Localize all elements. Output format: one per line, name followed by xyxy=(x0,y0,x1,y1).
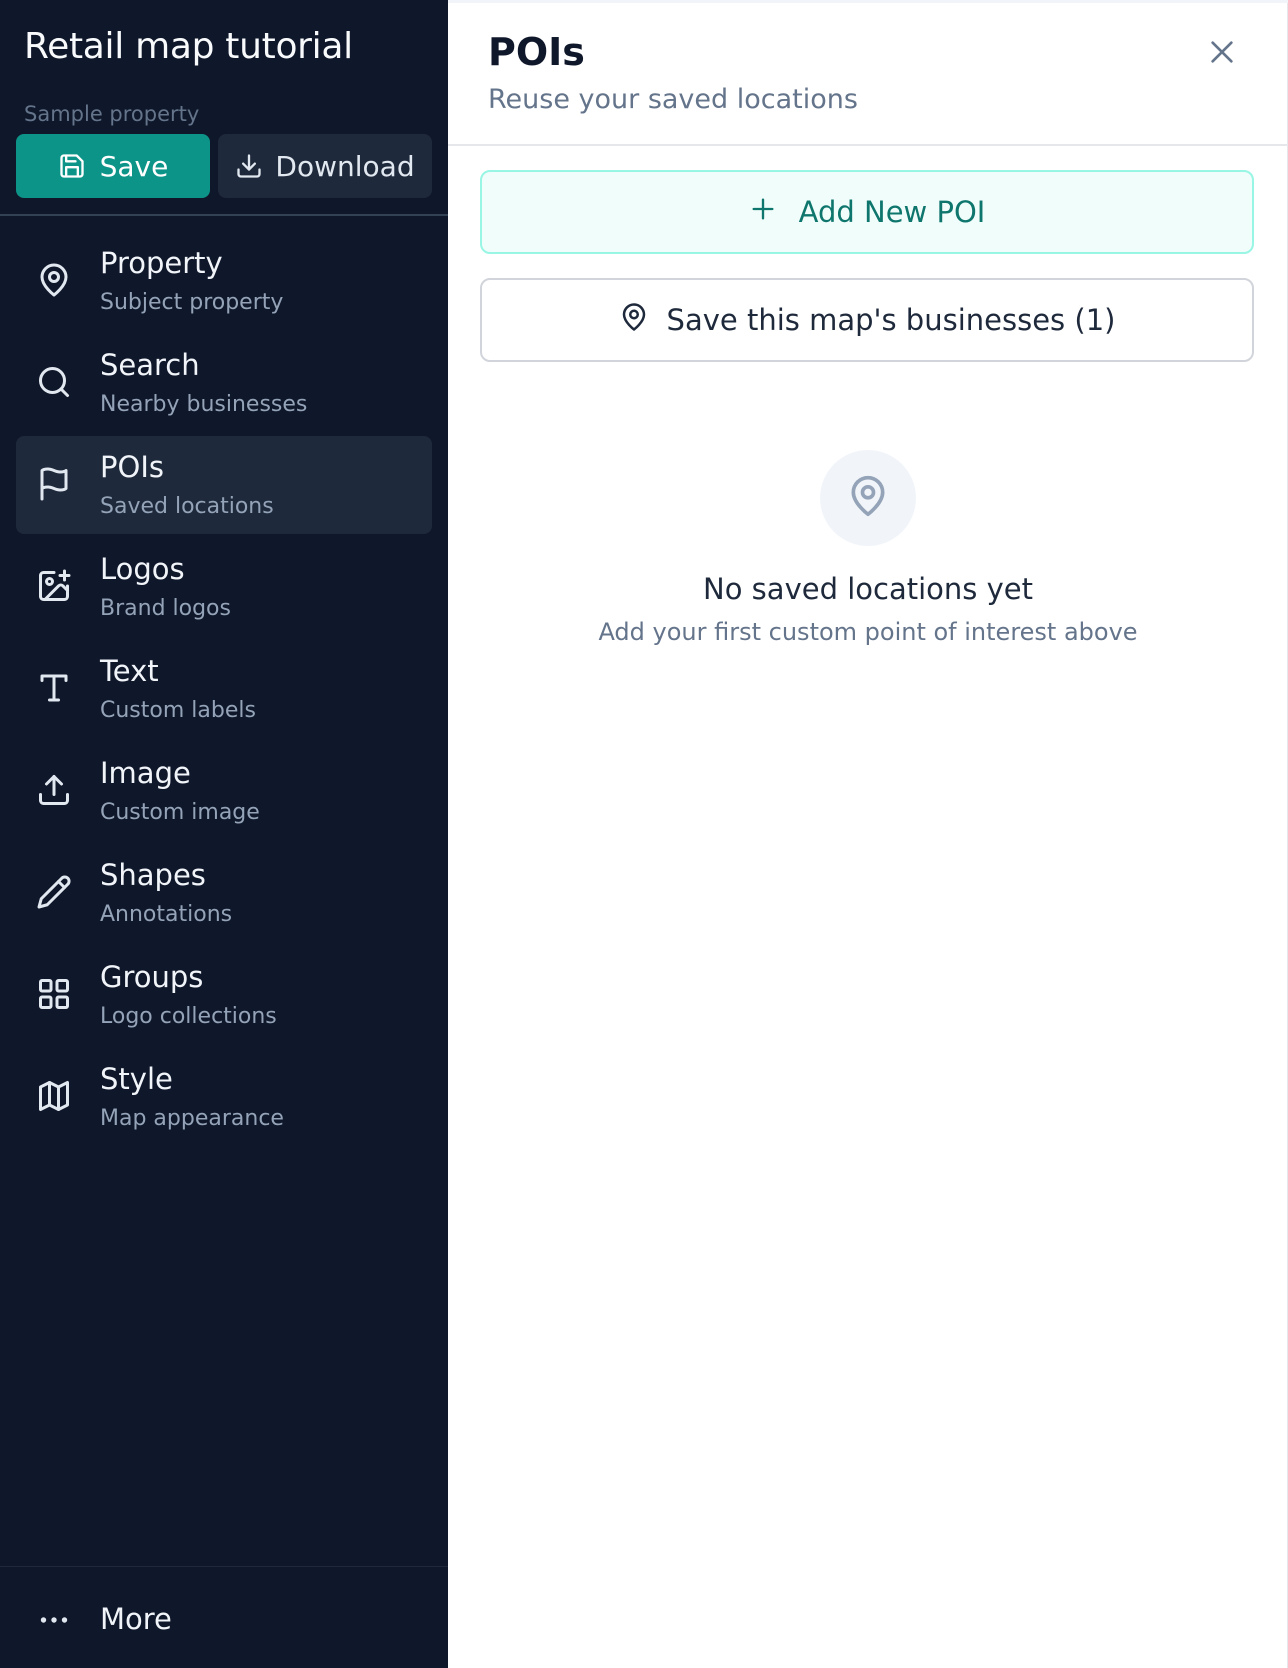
more-horizontal-icon xyxy=(36,1602,72,1638)
download-button[interactable]: Download xyxy=(218,134,432,198)
sidebar-item-pois[interactable]: POIs Saved locations xyxy=(16,436,432,534)
download-icon xyxy=(235,152,263,180)
save-businesses-label: Save this map's businesses (1) xyxy=(666,303,1116,337)
sidebar-item-label: Image xyxy=(100,756,191,790)
sidebar-item-style[interactable]: Style Map appearance xyxy=(16,1048,432,1146)
sidebar-item-property[interactable]: Property Subject property xyxy=(16,232,432,330)
save-icon xyxy=(58,152,86,180)
sidebar-item-label: Shapes xyxy=(100,858,206,892)
map-pin-icon xyxy=(619,302,649,339)
sidebar-item-sublabel: Map appearance xyxy=(100,1106,284,1131)
map-pin-icon xyxy=(34,260,74,300)
download-button-label: Download xyxy=(275,149,415,183)
sidebar-item-text[interactable]: Text Custom labels xyxy=(16,640,432,738)
save-button[interactable]: Save xyxy=(16,134,210,198)
sidebar: Retail map tutorial Sample property Save… xyxy=(0,0,448,1668)
app-title: Retail map tutorial xyxy=(24,26,353,67)
text-icon xyxy=(34,668,74,708)
sidebar-item-label: Style xyxy=(100,1062,173,1096)
sidebar-item-image[interactable]: Image Custom image xyxy=(16,742,432,840)
panel-title: POIs xyxy=(488,30,585,74)
empty-state-title: No saved locations yet xyxy=(703,572,1033,606)
add-new-poi-button[interactable]: Add New POI xyxy=(480,170,1254,254)
empty-state-icon xyxy=(820,450,916,546)
panel-top-border xyxy=(448,0,1288,3)
save-businesses-button[interactable]: Save this map's businesses (1) xyxy=(480,278,1254,362)
sidebar-item-logos[interactable]: Logos Brand logos xyxy=(16,538,432,636)
sidebar-item-sublabel: Brand logos xyxy=(100,596,231,621)
close-button[interactable] xyxy=(1202,34,1242,74)
sidebar-item-more[interactable]: More xyxy=(16,1590,432,1650)
plus-icon xyxy=(749,195,777,230)
sidebar-item-sublabel: Logo collections xyxy=(100,1004,277,1029)
close-icon xyxy=(1206,36,1238,72)
panel-subtitle: Reuse your saved locations xyxy=(488,84,858,115)
more-label: More xyxy=(100,1602,172,1636)
upload-icon xyxy=(34,770,74,810)
sidebar-item-sublabel: Custom image xyxy=(100,800,260,825)
grid-icon xyxy=(34,974,74,1014)
save-button-label: Save xyxy=(99,149,169,183)
sidebar-divider xyxy=(0,214,448,216)
pencil-icon xyxy=(34,872,74,912)
search-icon xyxy=(34,362,74,402)
add-new-poi-label: Add New POI xyxy=(798,195,986,229)
map-icon xyxy=(34,1076,74,1116)
sidebar-item-search[interactable]: Search Nearby businesses xyxy=(16,334,432,432)
image-plus-icon xyxy=(34,566,74,606)
sidebar-item-label: Property xyxy=(100,246,223,280)
app-subtitle: Sample property xyxy=(24,102,200,126)
flag-icon xyxy=(34,464,74,504)
sidebar-item-shapes[interactable]: Shapes Annotations xyxy=(16,844,432,942)
sidebar-item-sublabel: Annotations xyxy=(100,902,233,927)
sidebar-item-groups[interactable]: Groups Logo collections xyxy=(16,946,432,1044)
pois-panel: POIs Reuse your saved locations Add New … xyxy=(448,0,1288,1668)
sidebar-item-sublabel: Nearby businesses xyxy=(100,392,308,417)
sidebar-item-label: Groups xyxy=(100,960,204,994)
map-pin-icon xyxy=(846,474,890,522)
sidebar-item-label: POIs xyxy=(100,450,164,484)
sidebar-item-label: Text xyxy=(100,654,159,688)
sidebar-item-sublabel: Custom labels xyxy=(100,698,256,723)
empty-state-subtitle: Add your first custom point of interest … xyxy=(598,618,1138,646)
sidebar-item-label: Search xyxy=(100,348,200,382)
sidebar-bottom-divider xyxy=(0,1566,448,1567)
sidebar-item-sublabel: Saved locations xyxy=(100,494,274,519)
sidebar-item-sublabel: Subject property xyxy=(100,290,284,315)
sidebar-item-label: Logos xyxy=(100,552,185,586)
panel-header-divider xyxy=(448,144,1288,146)
